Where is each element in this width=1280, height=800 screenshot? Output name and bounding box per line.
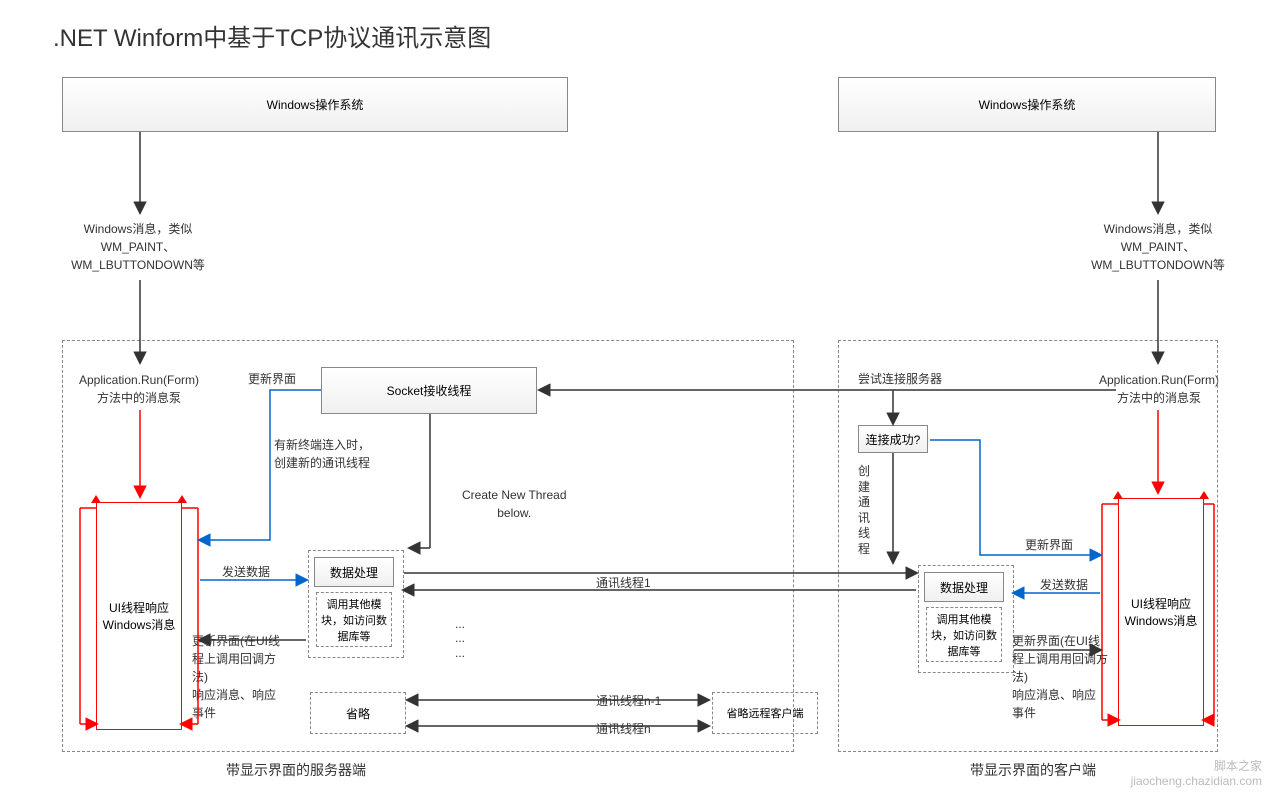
watermark: 脚本之家 jiaocheng.chazidian.com: [1131, 757, 1262, 788]
comm1-label: 通讯线程1: [596, 574, 651, 592]
ui-thread-box-right: UI线程响应 Windows消息: [1118, 498, 1204, 726]
omit-remote-box: 省略远程客户端: [712, 692, 818, 734]
data-process-wrap-left: [308, 550, 404, 658]
ellipsis: ... ... ...: [455, 617, 465, 660]
comm-n1-label: 通讯线程n-1: [596, 692, 661, 710]
winmsg-right: Windows消息，类似 WM_PAINT、 WM_LBUTTONDOWN等: [1088, 220, 1228, 274]
create-comm-thread-label: 创 建 通 讯 线 程: [858, 464, 870, 558]
connect-ok-box: 连接成功?: [858, 425, 928, 453]
try-connect-label: 尝试连接服务器: [858, 370, 942, 388]
update-ui-label: 更新界面: [248, 370, 296, 388]
send-data-left: 发送数据: [222, 563, 270, 581]
send-data-right: 发送数据: [1040, 576, 1088, 594]
omit-box: 省略: [310, 692, 406, 734]
update-callback-right: 更新界面(在UI线 程上调用用回调方 法) 响应消息、响应 事件: [1012, 632, 1117, 722]
create-thread-label: Create New Thread below.: [462, 486, 567, 522]
socket-thread-box: Socket接收线程: [321, 367, 537, 414]
new-terminal-label: 有新终端连入时， 创建新的通讯线程: [274, 436, 370, 472]
comm-n-label: 通讯线程n: [596, 720, 651, 738]
diagram-title: .NET Winform中基于TCP协议通讯示意图: [53, 18, 491, 53]
footer-right: 带显示界面的客户端: [970, 760, 1096, 780]
os-box-left: Windows操作系统: [62, 77, 568, 132]
footer-left: 带显示界面的服务器端: [226, 760, 366, 780]
update-ui-right-label: 更新界面: [1025, 536, 1073, 554]
winmsg-left: Windows消息，类似 WM_PAINT、 WM_LBUTTONDOWN等: [68, 220, 208, 274]
ui-thread-box-left: UI线程响应 Windows消息: [96, 502, 182, 730]
data-process-wrap-right: [918, 565, 1014, 673]
update-callback-left: 更新界面(在UI线 程上调用回调方 法) 响应消息、响应 事件: [192, 632, 297, 722]
os-box-right: Windows操作系统: [838, 77, 1216, 132]
